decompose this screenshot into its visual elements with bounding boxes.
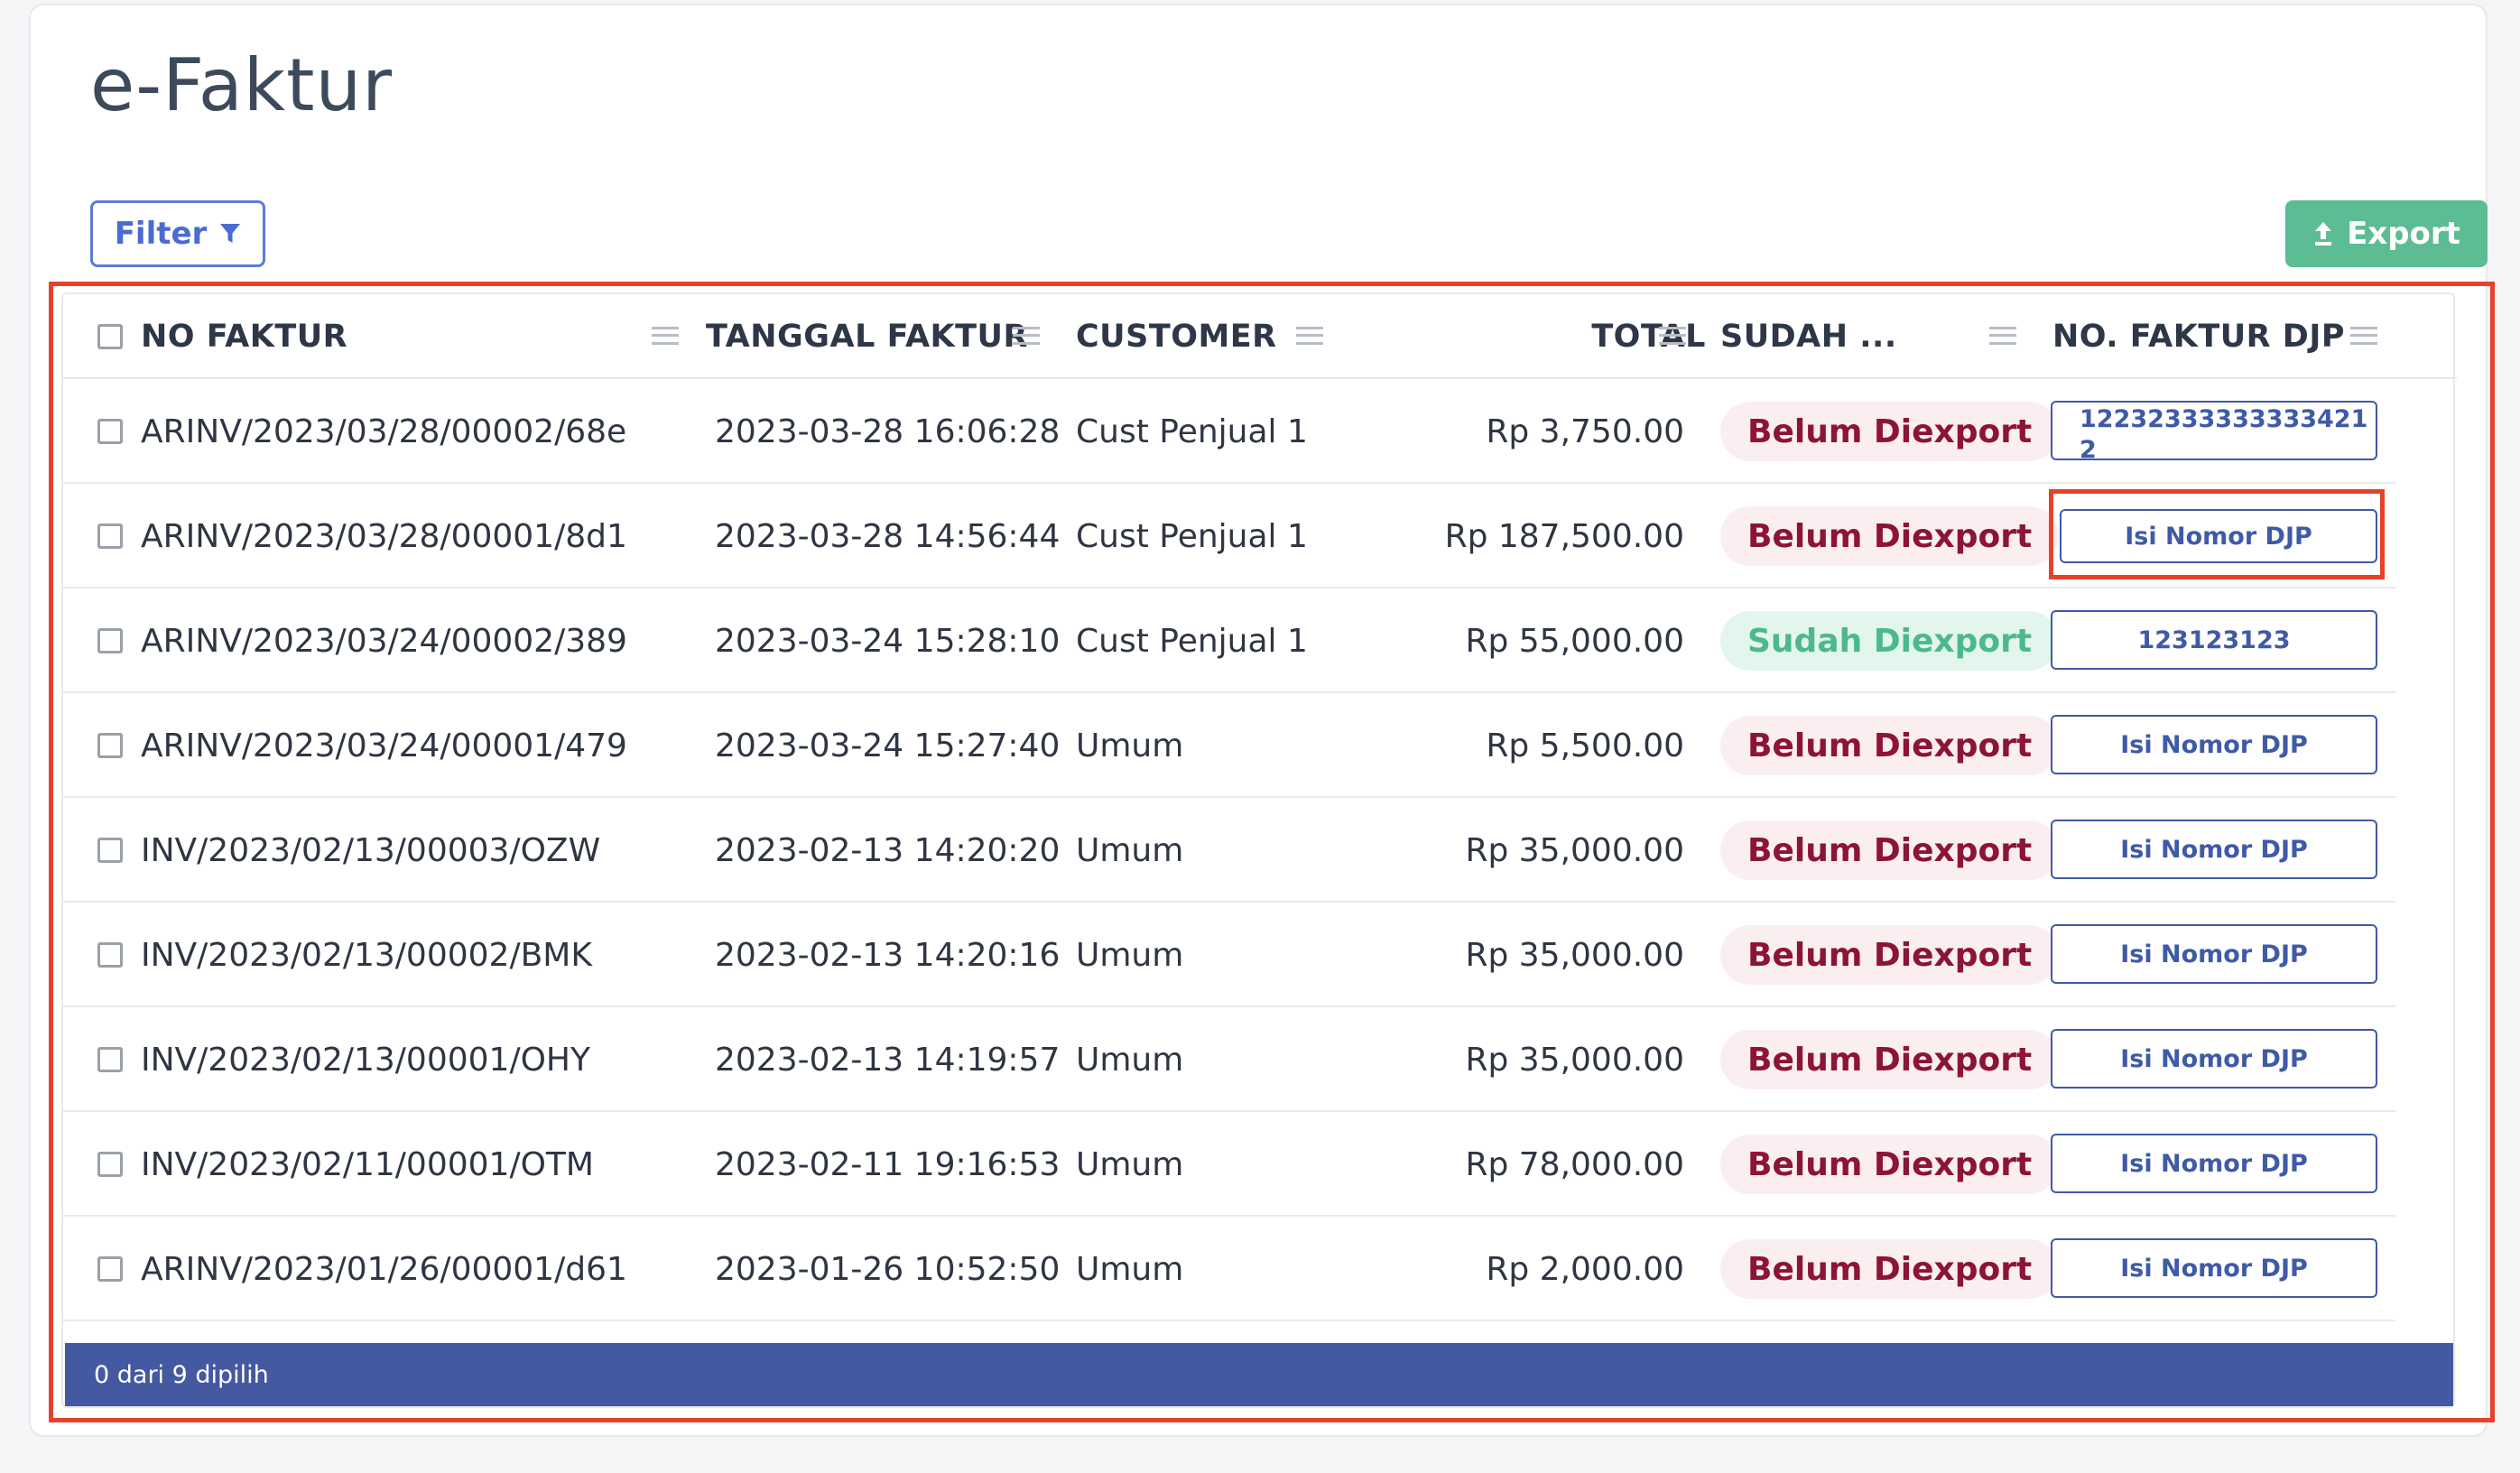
customer-cell: Cust Penjual 1 [1076, 517, 1308, 555]
selection-summary-bar: 0 dari 9 dipilih [65, 1343, 2453, 1406]
column-menu-icon[interactable] [2350, 327, 2377, 345]
status-badge: Belum Diexport [1720, 1030, 2060, 1089]
selection-summary-text: 0 dari 9 dipilih [94, 1360, 269, 1389]
select-all-checkbox[interactable] [97, 324, 123, 349]
isi-nomor-djp-button[interactable]: Isi Nomor DJP [2051, 924, 2377, 984]
row-checkbox[interactable] [97, 523, 123, 549]
tanggal-faktur-cell: 2023-02-11 19:16:53 [715, 1145, 1061, 1183]
table-row[interactable]: INV/2023/02/11/00001/OTM 2023-02-11 19:1… [63, 1112, 2395, 1217]
customer-cell: Umum [1076, 727, 1184, 764]
total-cell: Rp 187,500.00 [1444, 517, 1684, 555]
tanggal-faktur-cell: 2023-01-26 10:52:50 [715, 1250, 1061, 1288]
no-faktur-cell: ARINV/2023/03/28/00001/8d1 [141, 517, 627, 555]
column-header-no-faktur-djp[interactable]: NO. FAKTUR DJP [2052, 294, 2345, 379]
efaktur-table: NO FAKTUR TANGGAL FAKTUR CUSTOMER TOTAL … [61, 292, 2457, 1408]
table-row[interactable]: INV/2023/02/13/00003/OZW 2023-02-13 14:2… [63, 798, 2395, 903]
export-button-label: Export [2347, 216, 2460, 252]
row-checkbox[interactable] [97, 733, 123, 758]
customer-cell: Umum [1076, 831, 1184, 869]
no-faktur-cell: ARINV/2023/03/24/00002/389 [141, 622, 627, 660]
page-title: e-Faktur [90, 43, 394, 127]
column-menu-icon[interactable] [1659, 327, 1686, 345]
total-cell: Rp 35,000.00 [1465, 936, 1684, 974]
tanggal-faktur-cell: 2023-03-28 16:06:28 [715, 412, 1061, 450]
table-row[interactable]: ARINV/2023/03/28/00002/68e 2023-03-28 16… [63, 379, 2395, 484]
total-cell: Rp 2,000.00 [1486, 1250, 1684, 1288]
column-header-customer[interactable]: CUSTOMER [1076, 294, 1277, 379]
customer-cell: Umum [1076, 936, 1184, 974]
isi-nomor-djp-button[interactable]: Isi Nomor DJP [2051, 1134, 2377, 1193]
status-badge: Belum Diexport [1720, 1135, 2060, 1194]
table-row[interactable]: INV/2023/02/13/00001/OHY 2023-02-13 14:1… [63, 1007, 2395, 1112]
tanggal-faktur-cell: 2023-02-13 14:20:16 [715, 936, 1061, 974]
tanggal-faktur-cell: 2023-03-24 15:28:10 [715, 622, 1061, 660]
isi-nomor-djp-button[interactable]: Isi Nomor DJP [2051, 1238, 2377, 1298]
column-header-sudah[interactable]: SUDAH ... [1720, 294, 1897, 379]
table-row[interactable]: ARINV/2023/03/24/00002/389 2023-03-24 15… [63, 588, 2395, 693]
total-cell: Rp 5,500.00 [1486, 727, 1684, 764]
djp-number-button[interactable]: 123123123 [2051, 610, 2377, 670]
customer-cell: Cust Penjual 1 [1076, 622, 1308, 660]
row-checkbox[interactable] [97, 628, 123, 653]
filter-button-label: Filter [114, 216, 208, 252]
customer-cell: Cust Penjual 1 [1076, 412, 1308, 450]
no-faktur-cell: ARINV/2023/01/26/00001/d61 [141, 1250, 627, 1288]
status-badge: Sudah Diexport [1720, 611, 2060, 671]
tanggal-faktur-cell: 2023-02-13 14:20:20 [715, 831, 1061, 869]
no-faktur-cell: ARINV/2023/03/24/00001/479 [141, 727, 627, 764]
tanggal-faktur-cell: 2023-03-24 15:27:40 [715, 727, 1061, 764]
no-faktur-cell: INV/2023/02/13/00003/OZW [141, 831, 601, 869]
export-button[interactable]: Export [2285, 200, 2488, 267]
row-checkbox[interactable] [97, 419, 123, 444]
djp-number-button[interactable]: 122323333333334212 [2051, 401, 2377, 460]
total-cell: Rp 55,000.00 [1465, 622, 1684, 660]
filter-button[interactable]: Filter [90, 200, 265, 267]
column-header-tanggal-faktur[interactable]: TANGGAL FAKTUR [706, 294, 1028, 379]
table-row[interactable]: ARINV/2023/03/24/00001/479 2023-03-24 15… [63, 693, 2395, 798]
table-header: NO FAKTUR TANGGAL FAKTUR CUSTOMER TOTAL … [63, 294, 2457, 379]
table-row[interactable]: ARINV/2023/03/28/00001/8d1 2023-03-28 14… [63, 484, 2395, 588]
isi-nomor-djp-button[interactable]: Isi Nomor DJP [2051, 715, 2377, 774]
no-faktur-cell: INV/2023/02/13/00002/BMK [141, 936, 592, 974]
total-cell: Rp 35,000.00 [1465, 831, 1684, 869]
isi-nomor-djp-button[interactable]: Isi Nomor DJP [2051, 820, 2377, 879]
isi-nomor-djp-button[interactable]: Isi Nomor DJP [2060, 509, 2377, 563]
status-badge: Belum Diexport [1720, 925, 2060, 985]
column-menu-icon[interactable] [1296, 327, 1323, 345]
customer-cell: Umum [1076, 1041, 1184, 1079]
no-faktur-cell: INV/2023/02/11/00001/OTM [141, 1145, 594, 1183]
row-checkbox[interactable] [97, 838, 123, 863]
total-cell: Rp 78,000.00 [1465, 1145, 1684, 1183]
row-checkbox[interactable] [97, 1047, 123, 1072]
table-row[interactable]: ARINV/2023/01/26/00001/d61 2023-01-26 10… [63, 1217, 2395, 1321]
status-badge: Belum Diexport [1720, 402, 2060, 461]
column-menu-icon[interactable] [1013, 327, 1040, 345]
status-badge: Belum Diexport [1720, 1239, 2060, 1299]
customer-cell: Umum [1076, 1145, 1184, 1183]
row-checkbox[interactable] [97, 942, 123, 968]
funnel-icon [220, 224, 241, 243]
status-badge: Belum Diexport [1720, 506, 2060, 566]
column-menu-icon[interactable] [652, 327, 679, 345]
row-checkbox[interactable] [97, 1256, 123, 1282]
total-cell: Rp 3,750.00 [1486, 412, 1684, 450]
isi-nomor-djp-button[interactable]: Isi Nomor DJP [2051, 1029, 2377, 1089]
no-faktur-cell: ARINV/2023/03/28/00002/68e [141, 412, 627, 450]
tanggal-faktur-cell: 2023-03-28 14:56:44 [715, 517, 1061, 555]
status-badge: Belum Diexport [1720, 716, 2060, 775]
column-header-no-faktur[interactable]: NO FAKTUR [141, 294, 347, 379]
upload-icon [2315, 222, 2332, 246]
status-badge: Belum Diexport [1720, 820, 2060, 880]
total-cell: Rp 35,000.00 [1465, 1041, 1684, 1079]
customer-cell: Umum [1076, 1250, 1184, 1288]
tanggal-faktur-cell: 2023-02-13 14:19:57 [715, 1041, 1061, 1079]
column-menu-icon[interactable] [1989, 327, 2016, 345]
table-row[interactable]: INV/2023/02/13/00002/BMK 2023-02-13 14:2… [63, 903, 2395, 1007]
no-faktur-cell: INV/2023/02/13/00001/OHY [141, 1041, 590, 1079]
row-checkbox[interactable] [97, 1152, 123, 1177]
